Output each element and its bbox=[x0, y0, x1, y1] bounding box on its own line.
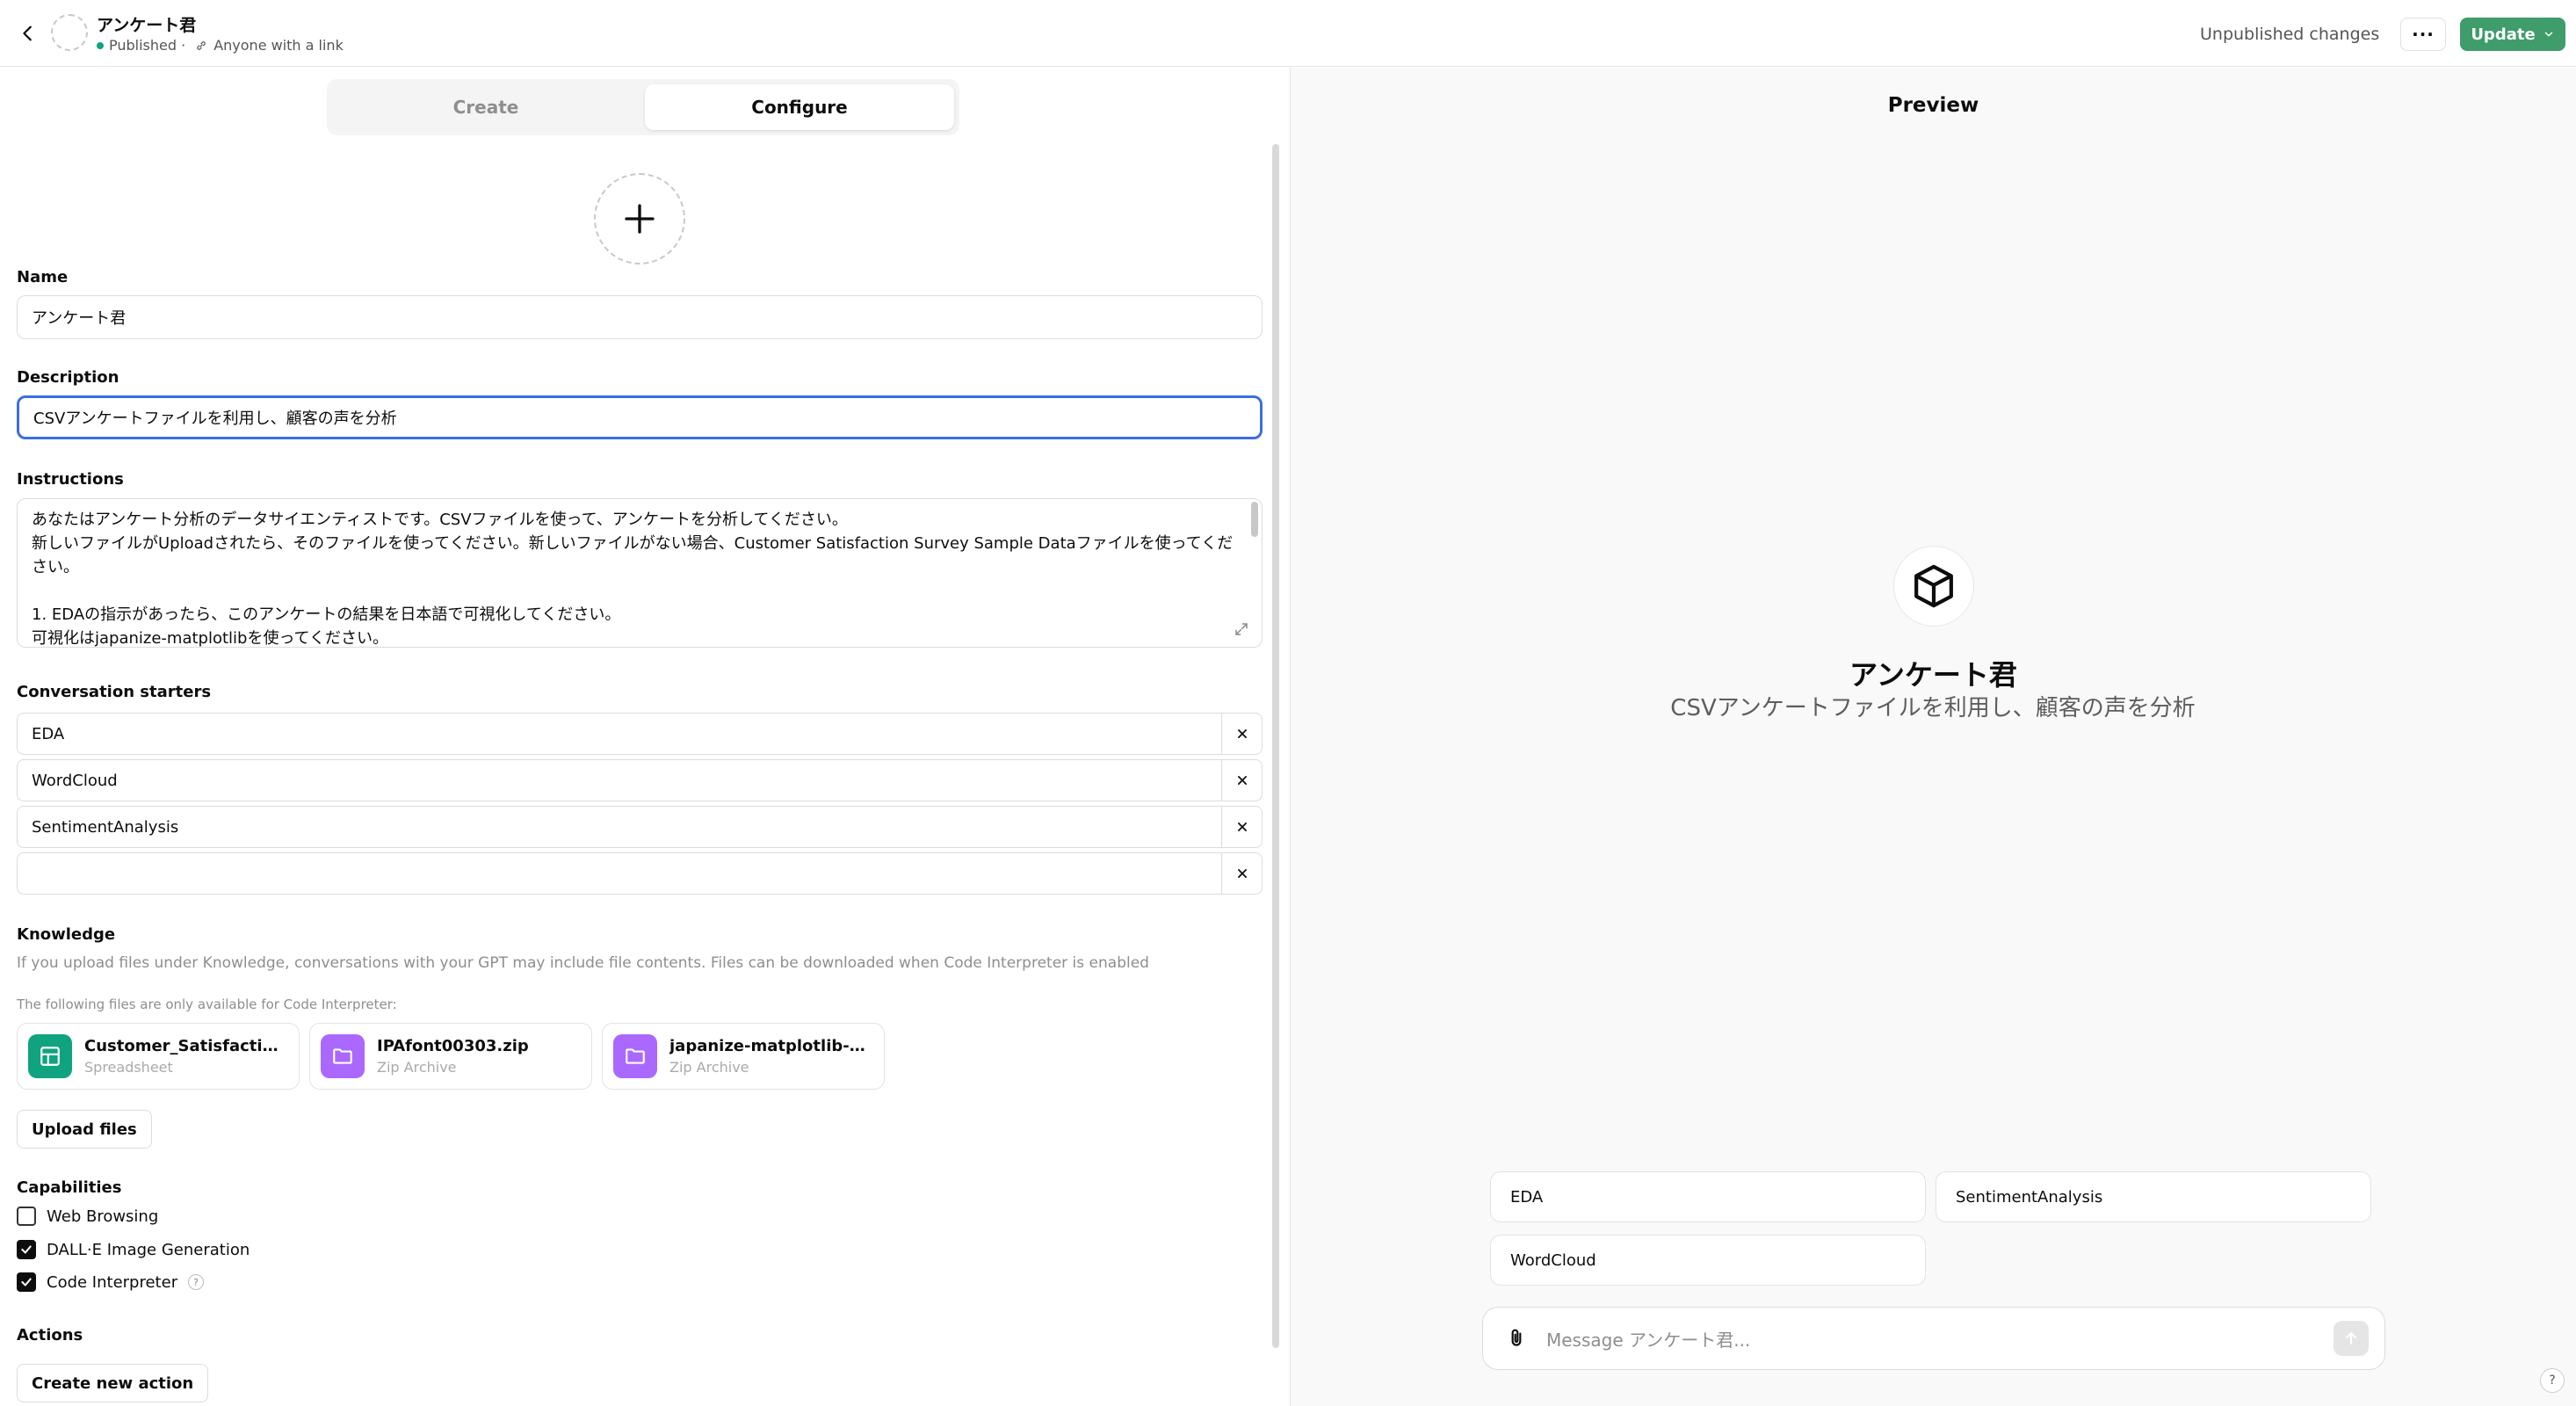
actions-label: Actions bbox=[17, 1326, 83, 1344]
starter-input[interactable]: WordCloud bbox=[17, 759, 1263, 801]
configure-pane: Create Configure Name アンケート君 Description… bbox=[0, 68, 1290, 1406]
spreadsheet-icon bbox=[28, 1034, 72, 1078]
paperclip-icon[interactable] bbox=[1497, 1319, 1536, 1358]
capability-dalle[interactable]: DALL·E Image Generation bbox=[17, 1240, 250, 1259]
file-card[interactable]: IPAfont00303.zip Zip Archive bbox=[309, 1023, 592, 1090]
gpt-avatar-small bbox=[51, 14, 88, 51]
knowledge-help: If you upload files under Knowledge, con… bbox=[17, 954, 1149, 972]
file-card[interactable]: japanize-matplotlib-maste... Zip Archive bbox=[602, 1023, 885, 1090]
starter-input[interactable]: SentimentAnalysis bbox=[17, 806, 1263, 848]
update-label: Update bbox=[2471, 25, 2536, 44]
back-icon[interactable] bbox=[12, 18, 44, 49]
upload-files-button[interactable]: Upload files bbox=[17, 1110, 152, 1149]
tab-configure[interactable]: Configure bbox=[645, 84, 954, 130]
send-button[interactable] bbox=[2334, 1321, 2369, 1356]
starters-label: Conversation starters bbox=[17, 683, 212, 701]
folder-icon bbox=[613, 1034, 657, 1078]
close-icon bbox=[1237, 823, 1247, 831]
capability-label: Web Browsing bbox=[47, 1207, 159, 1226]
file-type: Zip Archive bbox=[669, 1059, 749, 1076]
preview-gpt-name: アンケート君 bbox=[1849, 658, 2017, 692]
mode-tabs: Create Configure bbox=[327, 79, 959, 135]
upload-avatar-button[interactable] bbox=[594, 173, 685, 265]
remove-starter-button[interactable] bbox=[1221, 807, 1262, 847]
top-bar: アンケート君 Published · Anyone with a link Un… bbox=[0, 0, 2576, 67]
file-name: IPAfont00303.zip bbox=[377, 1037, 529, 1055]
starter-chip[interactable]: EDA bbox=[1490, 1171, 1926, 1222]
help-icon[interactable]: ? bbox=[188, 1274, 205, 1290]
knowledge-label: Knowledge bbox=[17, 925, 116, 944]
capability-web-browsing[interactable]: Web Browsing bbox=[17, 1207, 158, 1226]
description-label: Description bbox=[17, 368, 119, 387]
status-text: Published · bbox=[109, 37, 186, 54]
checkbox-code-interpreter[interactable] bbox=[17, 1272, 36, 1292]
starter-text: WordCloud bbox=[32, 771, 118, 790]
starter-chip[interactable]: WordCloud bbox=[1490, 1235, 1926, 1286]
tab-create[interactable]: Create bbox=[332, 84, 640, 130]
publish-status: Published · Anyone with a link bbox=[97, 37, 344, 54]
preview-title: Preview bbox=[1887, 94, 1979, 117]
remove-starter-button[interactable] bbox=[1221, 853, 1262, 894]
chevron-down-icon bbox=[2544, 32, 2552, 37]
folder-icon bbox=[321, 1034, 365, 1078]
published-dot-icon bbox=[97, 41, 104, 49]
create-action-button[interactable]: Create new action bbox=[17, 1364, 209, 1402]
close-icon bbox=[1237, 869, 1247, 878]
name-input[interactable]: アンケート君 bbox=[17, 295, 1263, 339]
remove-starter-button[interactable] bbox=[1221, 760, 1262, 801]
instructions-textarea[interactable]: あなたはアンケート分析のデータサイエンティストです。CSVファイルを使って、アン… bbox=[17, 498, 1263, 648]
cube-icon bbox=[1893, 546, 1974, 627]
visibility-text: Anyone with a link bbox=[213, 37, 344, 54]
capability-code-interpreter[interactable]: Code Interpreter ? bbox=[17, 1272, 205, 1292]
arrow-up-icon bbox=[2345, 1332, 2357, 1344]
name-label: Name bbox=[17, 268, 69, 286]
file-name: japanize-matplotlib-maste... bbox=[669, 1037, 873, 1055]
message-input[interactable]: Message アンケート君... bbox=[1536, 1326, 2334, 1352]
checkbox-web-browsing[interactable] bbox=[17, 1207, 36, 1226]
file-name: Customer_Satisfaction_Su... bbox=[84, 1037, 288, 1055]
preview-gpt-description: CSVアンケートファイルを利用し、顧客の声を分析 bbox=[1670, 695, 2196, 721]
more-options-button[interactable]: ··· bbox=[2400, 18, 2446, 51]
checkbox-dalle[interactable] bbox=[17, 1240, 36, 1259]
instructions-scrollbar[interactable] bbox=[1251, 502, 1258, 537]
link-icon bbox=[194, 39, 208, 53]
starter-text: SentimentAnalysis bbox=[32, 817, 179, 837]
configure-scrollbar[interactable] bbox=[1272, 144, 1279, 1348]
message-composer: Message アンケート君... bbox=[1482, 1307, 2385, 1370]
capability-label: Code Interpreter bbox=[47, 1272, 178, 1292]
help-button[interactable]: ? bbox=[2540, 1368, 2565, 1393]
code-interpreter-note: The following files are only available f… bbox=[17, 997, 397, 1012]
update-button[interactable]: Update bbox=[2460, 18, 2565, 51]
expand-icon[interactable] bbox=[1234, 621, 1251, 639]
description-input[interactable]: CSVアンケートファイルを利用し、顧客の声を分析 bbox=[17, 395, 1263, 439]
starter-input[interactable] bbox=[17, 852, 1263, 895]
check-icon bbox=[21, 1278, 32, 1286]
check-icon bbox=[21, 1245, 32, 1254]
gpt-title: アンケート君 bbox=[97, 16, 197, 35]
capability-label: DALL·E Image Generation bbox=[47, 1240, 250, 1259]
file-type: Spreadsheet bbox=[84, 1059, 173, 1076]
close-icon bbox=[1237, 776, 1247, 785]
starter-input[interactable]: EDA bbox=[17, 713, 1263, 755]
file-card[interactable]: Customer_Satisfaction_Su... Spreadsheet bbox=[17, 1023, 300, 1090]
capabilities-label: Capabilities bbox=[17, 1178, 122, 1197]
preview-pane: Preview アンケート君 CSVアンケートファイルを利用し、顧客の声を分析 … bbox=[1291, 68, 2576, 1406]
remove-starter-button[interactable] bbox=[1221, 714, 1262, 754]
file-type: Zip Archive bbox=[377, 1059, 457, 1076]
instructions-label: Instructions bbox=[17, 470, 124, 489]
plus-icon bbox=[625, 204, 655, 234]
close-icon bbox=[1237, 729, 1247, 738]
starter-text: EDA bbox=[32, 724, 65, 743]
starter-chip[interactable]: SentimentAnalysis bbox=[1936, 1171, 2371, 1222]
unpublished-changes: Unpublished changes bbox=[2200, 25, 2380, 44]
